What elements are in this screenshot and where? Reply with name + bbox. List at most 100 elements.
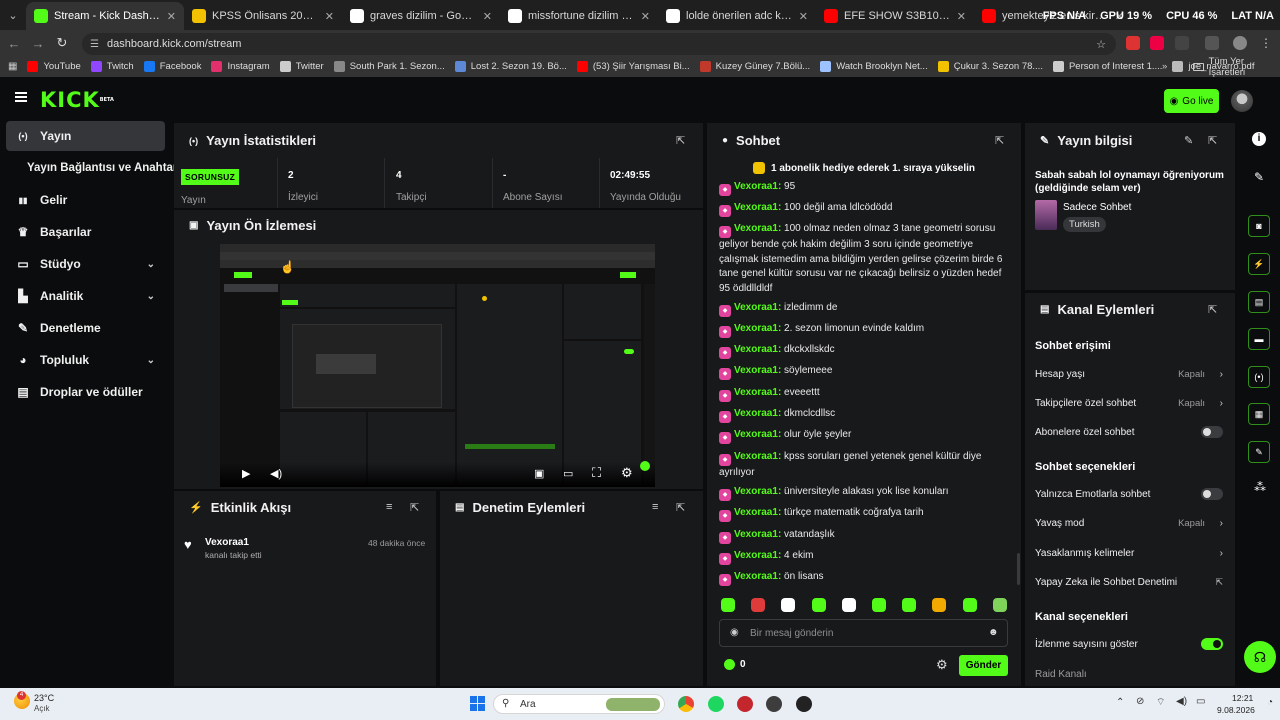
tray-app-icon[interactable]: ⊘ [1136,696,1144,707]
profile-icon[interactable] [1233,36,1247,50]
url-input[interactable]: ☰ dashboard.kick.com/stream ☆ [82,33,1116,55]
chat-message-input[interactable]: ◉ Bir mesaj gönderin ☻ [719,619,1008,647]
chat-username[interactable]: Vexoraa1 [734,507,778,518]
bookmark-item[interactable]: Person of Interest 1.... [1052,61,1162,72]
popout-icon[interactable]: ⇱ [1208,303,1217,316]
emoji-picker-icon[interactable]: ◉ [730,627,739,638]
bookmark-item[interactable]: Kuzey Güney 7.Bölü... [699,61,810,72]
chat-username[interactable]: Vexoraa1 [734,429,778,440]
category-name[interactable]: Sadece Sohbet [1063,202,1131,213]
emote-icon[interactable]: ☻ [988,627,999,638]
chat-settings-icon[interactable]: ⚙ [936,657,948,673]
rail-lightning-icon[interactable]: ⚡ [1248,253,1270,275]
rail-broadcast-icon[interactable]: (•) [1248,366,1270,388]
slow-mode-setting[interactable]: Yavaş mod Kapalı › [1035,515,1225,531]
chat-username[interactable]: Vexoraa1 [734,181,778,192]
extension-generic-icon[interactable] [1205,36,1219,50]
close-tab-icon[interactable]: ✕ [167,10,176,23]
chat-username[interactable]: Vexoraa1 [734,451,778,462]
popout-icon[interactable]: ⇱ [676,501,685,514]
emote-icon[interactable] [721,598,735,612]
tray-battery-icon[interactable]: ▭ [1196,696,1205,707]
extension-puzzle-icon[interactable] [1175,36,1189,50]
chat-username[interactable]: Vexoraa1 [734,223,778,234]
ai-moderation-setting[interactable]: Yapay Zeka ile Sohbet Denetimi ⇱ [1035,574,1225,590]
rail-camera-icon[interactable]: ◙ [1248,215,1270,237]
tray-chevron-up-icon[interactable]: ⌃ [1116,697,1124,708]
windows-start-icon[interactable] [470,696,486,712]
close-tab-icon[interactable]: ✕ [957,10,966,23]
account-age-setting[interactable]: Hesap yaşı Kapalı › [1035,366,1225,382]
notification-bell-icon[interactable]: ◔ [1267,697,1273,708]
bookmark-item[interactable]: Lost 2. Sezon 19. Bö... [454,61,567,72]
browser-tab[interactable]: missfortune dizilim - Google'da✕ [500,2,658,30]
user-avatar[interactable] [1231,90,1253,112]
emote-icon[interactable] [781,598,796,612]
site-info-icon[interactable]: ☰ [90,39,99,50]
emote-icon[interactable] [872,598,886,612]
browser-tab[interactable]: EFE SHOW S3B10 | ENİS KİRAZ✕ [816,2,974,30]
raid-channel-setting[interactable]: Raid Kanalı [1035,666,1225,682]
app-black-icon[interactable] [796,696,812,712]
spotify-icon[interactable] [708,696,724,712]
emote-icon[interactable] [992,598,1007,612]
pinned-gift-banner[interactable]: 1 abonelik hediye ederek 1. sıraya yükse… [707,157,1021,179]
chrome-icon[interactable] [678,696,694,712]
bookmark-item[interactable]: YouTube [27,61,81,72]
emote-icon[interactable] [811,598,826,612]
extension-red-icon[interactable] [1126,36,1140,50]
sidebar-item-gelir[interactable]: ▮▮ Gelir [6,185,165,215]
sidebar-item-basarilar[interactable]: ♛ Başarılar [6,217,165,247]
rail-more-icon[interactable]: ⁂ [1254,480,1266,494]
tray-wifi-icon[interactable]: ⌔ [1156,696,1165,709]
rail-panel-icon[interactable]: ▦ [1248,403,1270,425]
close-tab-icon[interactable]: ✕ [799,10,808,23]
chat-username[interactable]: Vexoraa1 [734,344,778,355]
stream-preview-video[interactable]: ▶ ◀) ▣ ▭ ⛶ ⚙ ☝ [220,244,655,487]
rail-document-icon[interactable]: ▤ [1248,291,1270,313]
subs-only-toggle[interactable] [1201,426,1223,438]
popout-icon[interactable]: ⇱ [410,501,419,514]
popout-icon[interactable]: ⇱ [1208,134,1217,147]
fullscreen-icon[interactable]: ⛶ [592,465,601,481]
bookmark-item[interactable]: South Park 1. Sezon... [333,61,445,72]
bookmark-item[interactable]: (53) Şiir Yarışması Bi... [576,61,690,72]
play-icon[interactable]: ▶ [242,467,250,480]
tag-chip[interactable]: Turkish [1063,217,1106,232]
bookmarks-overflow-icon[interactable]: » [1162,61,1167,72]
event-user[interactable]: Vexoraa1 [205,537,249,548]
bookmark-item[interactable]: Watch Brooklyn Net... [820,61,928,72]
taskbar-search[interactable]: ⚲ Ara [493,694,665,714]
settings-gear-icon[interactable]: ⚙ [621,465,633,481]
app-red-icon[interactable] [737,696,753,712]
banned-words-setting[interactable]: Yasaklanmış kelimeler › [1035,545,1225,561]
tab-list-chevron-icon[interactable]: ⌄ [0,0,26,30]
emote-icon[interactable] [962,598,977,612]
chat-username[interactable]: Vexoraa1 [734,202,778,213]
hamburger-menu-icon[interactable] [15,92,27,102]
chat-username[interactable]: Vexoraa1 [734,486,778,497]
chat-username[interactable]: Vexoraa1 [734,302,778,313]
extension-youtube-icon[interactable] [1150,36,1164,50]
bookmark-item[interactable]: Instagram [211,61,270,72]
browser-menu-icon[interactable]: ⋮ [1259,36,1273,50]
go-live-button[interactable]: ◉ Go live [1164,89,1219,113]
browser-tab[interactable]: Stream - Kick Dashboard✕ [26,2,184,30]
chat-scrollbar[interactable] [1017,553,1020,585]
sidebar-item-denetleme[interactable]: ✎ Denetleme [6,313,165,343]
bookmark-star-icon[interactable]: ☆ [1096,38,1106,51]
filter-icon[interactable]: ≡ [386,501,392,513]
all-bookmarks-folder[interactable]: Tüm Yer İşaretleri [1193,56,1280,78]
clock-date[interactable]: 9.08.2026 [1217,705,1255,715]
back-icon[interactable]: ← [2,36,26,51]
bookmark-item[interactable]: Çukur 3. Sezon 78.... [937,61,1043,72]
browser-tab[interactable]: KPSS Önlisans 2026 | Çalışma G✕ [184,2,342,30]
popout-icon[interactable]: ⇱ [676,134,685,147]
kick-logo[interactable]: KICKBETA [40,90,114,111]
edit-pencil-icon[interactable]: ✎ [1184,134,1193,147]
sidebar-item-stream-key[interactable]: Yayın Bağlantısı ve Anahtarı [6,153,181,183]
volume-icon[interactable]: ◀) [270,467,282,480]
chat-username[interactable]: Vexoraa1 [734,387,778,398]
chat-username[interactable]: Vexoraa1 [734,323,778,334]
browser-tab[interactable]: graves dizilim - Google'da Ara✕ [342,2,500,30]
